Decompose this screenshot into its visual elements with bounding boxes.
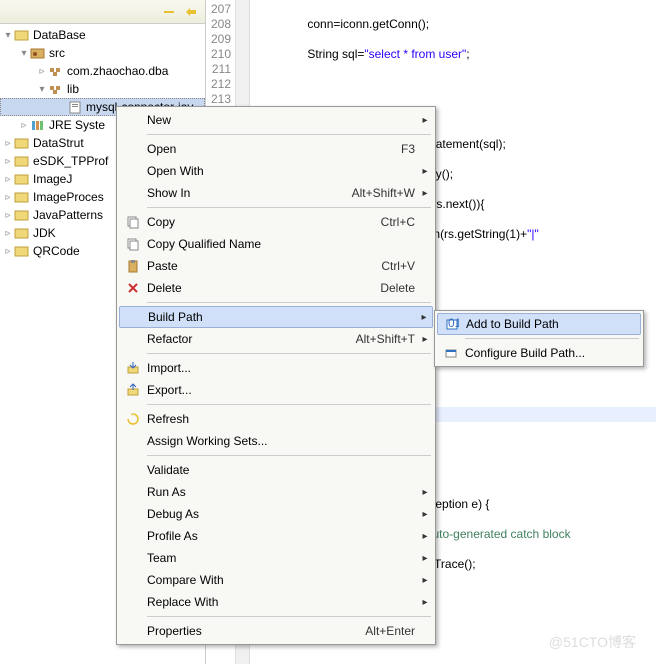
library-icon (30, 117, 46, 133)
menu-copy[interactable]: CopyCtrl+C (119, 211, 433, 233)
menu-open[interactable]: OpenF3 (119, 138, 433, 160)
menu-show-in[interactable]: Show InAlt+Shift+W▸ (119, 182, 433, 204)
refresh-icon (121, 412, 145, 426)
tree-package[interactable]: ▹com.zhaochao.dba (0, 62, 205, 80)
folder-icon (14, 225, 30, 241)
source-folder-icon (30, 45, 46, 61)
menu-import[interactable]: Import... (119, 357, 433, 379)
sidebar-toolbar (0, 0, 205, 24)
delete-icon (121, 281, 145, 295)
build-path-submenu: 010Add to Build Path Configure Build Pat… (434, 310, 644, 367)
package-icon (48, 63, 64, 79)
paste-icon (121, 259, 145, 273)
svg-text:010: 010 (448, 317, 459, 330)
menu-paste[interactable]: PasteCtrl+V (119, 255, 433, 277)
copy-icon (121, 237, 145, 251)
tree-lib[interactable]: ▾lib (0, 80, 205, 98)
menu-debug-as[interactable]: Debug As▸ (119, 503, 433, 525)
menu-new[interactable]: New▸ (119, 109, 433, 131)
folder-icon (14, 243, 30, 259)
context-menu: New▸ OpenF3 Open With▸ Show InAlt+Shift+… (116, 106, 436, 645)
package-icon (48, 81, 64, 97)
folder-icon (14, 27, 30, 43)
folder-icon (14, 189, 30, 205)
menu-properties[interactable]: PropertiesAlt+Enter (119, 620, 433, 642)
submenu-configure-build-path[interactable]: Configure Build Path... (437, 342, 641, 364)
export-icon (121, 383, 145, 397)
menu-refresh[interactable]: Refresh (119, 408, 433, 430)
folder-icon (14, 153, 30, 169)
tree-src[interactable]: ▾src (0, 44, 205, 62)
tree-project[interactable]: ▾DataBase (0, 26, 205, 44)
link-icon[interactable] (182, 3, 200, 21)
add-jar-icon: 010 (440, 317, 464, 331)
menu-run-as[interactable]: Run As▸ (119, 481, 433, 503)
menu-replace-with[interactable]: Replace With▸ (119, 591, 433, 613)
folder-icon (14, 135, 30, 151)
menu-refactor[interactable]: RefactorAlt+Shift+T▸ (119, 328, 433, 350)
configure-icon (439, 346, 463, 360)
menu-working-sets[interactable]: Assign Working Sets... (119, 430, 433, 452)
copy-icon (121, 215, 145, 229)
import-icon (121, 361, 145, 375)
menu-export[interactable]: Export... (119, 379, 433, 401)
menu-delete[interactable]: DeleteDelete (119, 277, 433, 299)
menu-profile-as[interactable]: Profile As▸ (119, 525, 433, 547)
menu-compare-with[interactable]: Compare With▸ (119, 569, 433, 591)
menu-copy-qn[interactable]: Copy Qualified Name (119, 233, 433, 255)
folder-icon (14, 171, 30, 187)
folder-icon (14, 207, 30, 223)
menu-build-path[interactable]: Build Path▸ (119, 306, 433, 328)
menu-open-with[interactable]: Open With▸ (119, 160, 433, 182)
jar-icon (67, 99, 83, 115)
submenu-add-build-path[interactable]: 010Add to Build Path (437, 313, 641, 335)
menu-team[interactable]: Team▸ (119, 547, 433, 569)
menu-validate[interactable]: Validate (119, 459, 433, 481)
collapse-icon[interactable] (160, 3, 178, 21)
